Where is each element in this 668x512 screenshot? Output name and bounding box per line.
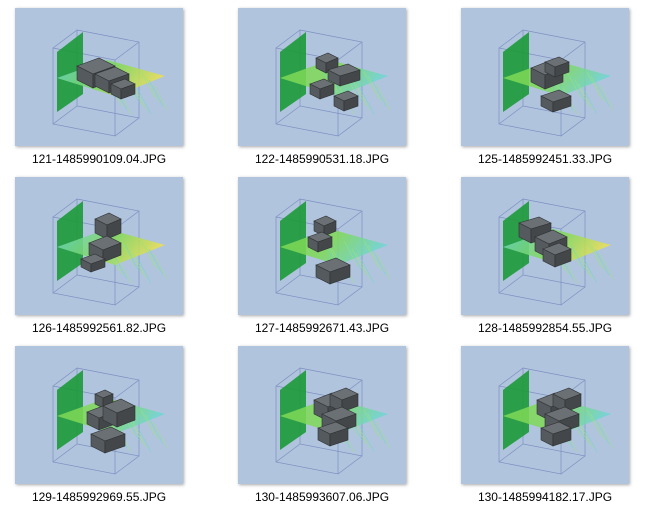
file-name[interactable]: 126-1485992561.82.JPG (0, 321, 203, 335)
file-name[interactable]: 129-1485992969.55.JPG (0, 490, 203, 504)
file-thumbnail[interactable] (238, 8, 406, 146)
simulation-render-thumbnail (52, 29, 168, 137)
simulation-render-thumbnail (275, 198, 391, 306)
file-thumbnail[interactable] (461, 8, 629, 146)
file-thumbnail[interactable] (238, 346, 406, 484)
file-name[interactable]: 130-1485993607.06.JPG (218, 490, 426, 504)
simulation-render-thumbnail (52, 367, 168, 475)
simulation-render-thumbnail (275, 367, 391, 475)
file-name[interactable]: 122-1485990531.18.JPG (218, 152, 426, 166)
file-name[interactable]: 125-1485992451.33.JPG (441, 152, 649, 166)
file-thumbnail[interactable] (15, 8, 183, 146)
simulation-render-thumbnail (498, 367, 614, 475)
simulation-render-thumbnail (498, 198, 614, 306)
file-thumbnail[interactable] (461, 177, 629, 315)
simulation-render-thumbnail (275, 29, 391, 137)
file-thumbnail[interactable] (238, 177, 406, 315)
file-name[interactable]: 121-1485990109.04.JPG (0, 152, 203, 166)
file-thumbnail[interactable] (461, 346, 629, 484)
file-name[interactable]: 128-1485992854.55.JPG (441, 321, 649, 335)
thumbnail-grid: 121-1485990109.04.JPG 122-1485990531.18.… (0, 0, 668, 512)
file-name[interactable]: 130-1485994182.17.JPG (441, 490, 649, 504)
file-thumbnail[interactable] (15, 346, 183, 484)
simulation-render-thumbnail (498, 29, 614, 137)
file-name[interactable]: 127-1485992671.43.JPG (218, 321, 426, 335)
file-thumbnail[interactable] (15, 177, 183, 315)
simulation-render-thumbnail (52, 198, 168, 306)
